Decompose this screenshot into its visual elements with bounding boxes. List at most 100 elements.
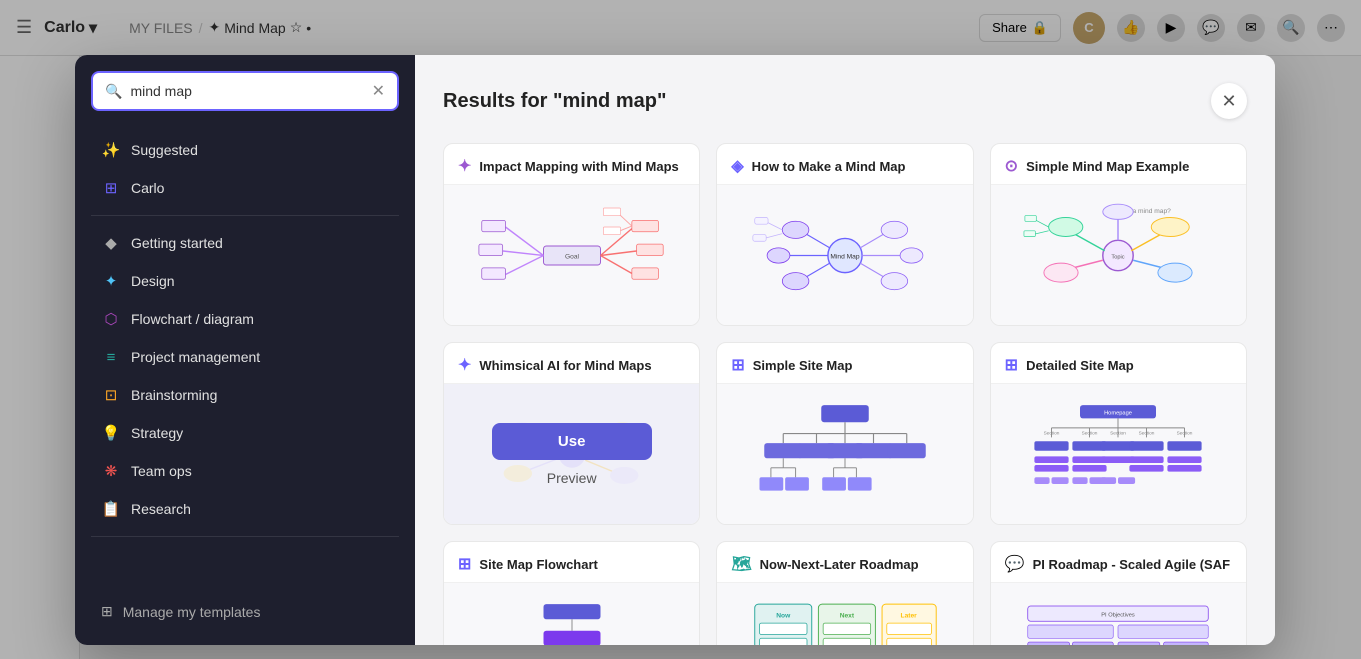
sidebar-item-design[interactable]: ✦ Design	[91, 262, 399, 300]
card-preview	[717, 384, 972, 524]
card-icon: ◈	[731, 156, 743, 176]
sidebar-item-label: Strategy	[131, 425, 183, 441]
card-title: Simple Mind Map Example	[1026, 159, 1189, 174]
clear-search-button[interactable]: ✕	[372, 81, 385, 101]
card-icon: ✦	[458, 156, 471, 176]
card-preview: Now Next Later	[717, 583, 972, 645]
template-card-pi-roadmap[interactable]: 💬 PI Roadmap - Scaled Agile (SAF PI Obje…	[990, 541, 1247, 645]
card-title: Site Map Flowchart	[479, 557, 597, 572]
card-header: ✦ Whimsical AI for Mind Maps	[444, 343, 699, 384]
svg-text:Section: Section	[1139, 430, 1155, 436]
sidebar-item-label: Suggested	[131, 142, 198, 158]
results-title: Results for "mind map"	[443, 90, 666, 113]
sidebar-item-carlo[interactable]: ⊞ Carlo	[91, 169, 399, 207]
card-preview: PI Objectives	[991, 583, 1246, 645]
manage-templates-link[interactable]: ⊞ Manage my templates	[91, 594, 399, 629]
sitemap-detailed-svg: Homepage Section Section Section Se	[1023, 397, 1213, 512]
card-title: PI Roadmap - Scaled Agile (SAF	[1033, 557, 1230, 572]
divider	[91, 215, 399, 216]
template-card-impact-mapping[interactable]: ✦ Impact Mapping with Mind Maps Goal	[443, 143, 700, 326]
card-header: ⊙ Simple Mind Map Example	[991, 144, 1246, 185]
right-panel: Results for "mind map" ✕ ✦ Impact Mappin…	[415, 55, 1275, 645]
strategy-icon: 💡	[101, 423, 121, 443]
project-icon: ≡	[101, 347, 121, 367]
svg-text:Goal: Goal	[565, 253, 580, 260]
sidebar-item-strategy[interactable]: 💡 Strategy	[91, 414, 399, 452]
sidebar-item-label: Flowchart / diagram	[131, 311, 254, 327]
flowchart-svg	[477, 596, 667, 646]
search-bar: 🔍 ✕	[91, 71, 399, 111]
research-icon: 📋	[101, 499, 121, 519]
template-modal: 🔍 ✕ ✨ Suggested ⊞ Carlo ◆ Getting starte…	[75, 55, 1275, 645]
card-header: ⊞ Simple Site Map	[717, 343, 972, 384]
manage-icon: ⊞	[101, 603, 113, 620]
sitemap-simple-svg	[750, 397, 940, 512]
svg-text:Now: Now	[776, 612, 791, 619]
ai-hover-overlay: Use Preview	[444, 384, 699, 524]
card-icon: ⊙	[1005, 156, 1018, 176]
template-card-roadmap[interactable]: 🗺 Now-Next-Later Roadmap Now Next Later	[716, 541, 973, 645]
sidebar-item-brainstorming[interactable]: ⊡ Brainstorming	[91, 376, 399, 414]
template-card-simple-mindmap[interactable]: ⊙ Simple Mind Map Example What is a mind…	[990, 143, 1247, 326]
sidebar-item-project[interactable]: ≡ Project management	[91, 338, 399, 376]
template-card-detailed-sitemap[interactable]: ⊞ Detailed Site Map Homepage	[990, 342, 1247, 525]
card-preview: Homepage Section Section Section Se	[991, 384, 1246, 524]
team-ops-icon: ❋	[101, 461, 121, 481]
sidebar-item-label: Project management	[131, 349, 260, 365]
card-icon: ⊞	[1005, 355, 1018, 375]
card-title: Detailed Site Map	[1026, 358, 1134, 373]
design-icon: ✦	[101, 271, 121, 291]
card-preview: Goal	[444, 185, 699, 325]
mindmap-simple-svg: Mind Map	[750, 198, 940, 313]
sidebar-item-team-ops[interactable]: ❋ Team ops	[91, 452, 399, 490]
sidebar-item-getting-started[interactable]: ◆ Getting started	[91, 224, 399, 262]
card-title: Now-Next-Later Roadmap	[760, 557, 919, 572]
card-preview: What is a mind map? Topic	[991, 185, 1246, 325]
brainstorming-icon: ⊡	[101, 385, 121, 405]
suggested-icon: ✨	[101, 140, 121, 160]
ai-use-button[interactable]: Use	[492, 423, 652, 460]
card-icon: ⊞	[731, 355, 744, 375]
sidebar-item-flowchart[interactable]: ⬡ Flowchart / diagram	[91, 300, 399, 338]
card-icon: ✦	[458, 355, 471, 375]
sidebar-item-suggested[interactable]: ✨ Suggested	[91, 131, 399, 169]
divider-2	[91, 536, 399, 537]
card-title: How to Make a Mind Map	[752, 159, 906, 174]
template-card-whimsical-ai[interactable]: ✦ Whimsical AI for Mind Maps	[443, 342, 700, 525]
card-icon: 💬	[1005, 554, 1025, 574]
card-header: ✦ Impact Mapping with Mind Maps	[444, 144, 699, 185]
manage-label: Manage my templates	[123, 604, 261, 620]
card-header: ⊞ Detailed Site Map	[991, 343, 1246, 384]
sidebar-item-label: Carlo	[131, 180, 164, 196]
roadmap-svg: Now Next Later	[750, 596, 940, 646]
svg-text:Mind Map: Mind Map	[830, 253, 859, 260]
impact-map-svg: Goal	[477, 198, 667, 313]
card-header: ◈ How to Make a Mind Map	[717, 144, 972, 185]
search-input[interactable]	[130, 83, 363, 99]
svg-text:Section: Section	[1177, 430, 1193, 436]
sidebar-item-research[interactable]: 📋 Research	[91, 490, 399, 528]
ai-preview-button[interactable]: Preview	[547, 470, 597, 486]
svg-text:Topic: Topic	[1112, 254, 1125, 260]
svg-text:Section: Section	[1110, 430, 1126, 436]
card-title: Simple Site Map	[753, 358, 853, 373]
template-card-how-to[interactable]: ◈ How to Make a Mind Map Mind Map	[716, 143, 973, 326]
mindmap-colored-svg: What is a mind map? Topic	[1023, 198, 1213, 313]
svg-text:Section: Section	[1082, 430, 1098, 436]
card-preview: Mind Map	[717, 185, 972, 325]
svg-text:Next: Next	[840, 612, 855, 619]
card-preview	[444, 583, 699, 645]
sidebar-item-label: Getting started	[131, 235, 223, 251]
svg-text:Homepage: Homepage	[1104, 410, 1132, 416]
card-header: ⊞ Site Map Flowchart	[444, 542, 699, 583]
template-card-simple-sitemap[interactable]: ⊞ Simple Site Map	[716, 342, 973, 525]
flowchart-icon: ⬡	[101, 309, 121, 329]
card-icon: ⊞	[458, 554, 471, 574]
sidebar-item-label: Design	[131, 273, 175, 289]
left-panel: 🔍 ✕ ✨ Suggested ⊞ Carlo ◆ Getting starte…	[75, 55, 415, 645]
templates-grid: ✦ Impact Mapping with Mind Maps Goal	[443, 143, 1247, 645]
close-button[interactable]: ✕	[1211, 83, 1247, 119]
results-header: Results for "mind map" ✕	[443, 83, 1247, 119]
card-icon: 🗺	[731, 554, 751, 574]
template-card-sitemap-flowchart[interactable]: ⊞ Site Map Flowchart	[443, 541, 700, 645]
